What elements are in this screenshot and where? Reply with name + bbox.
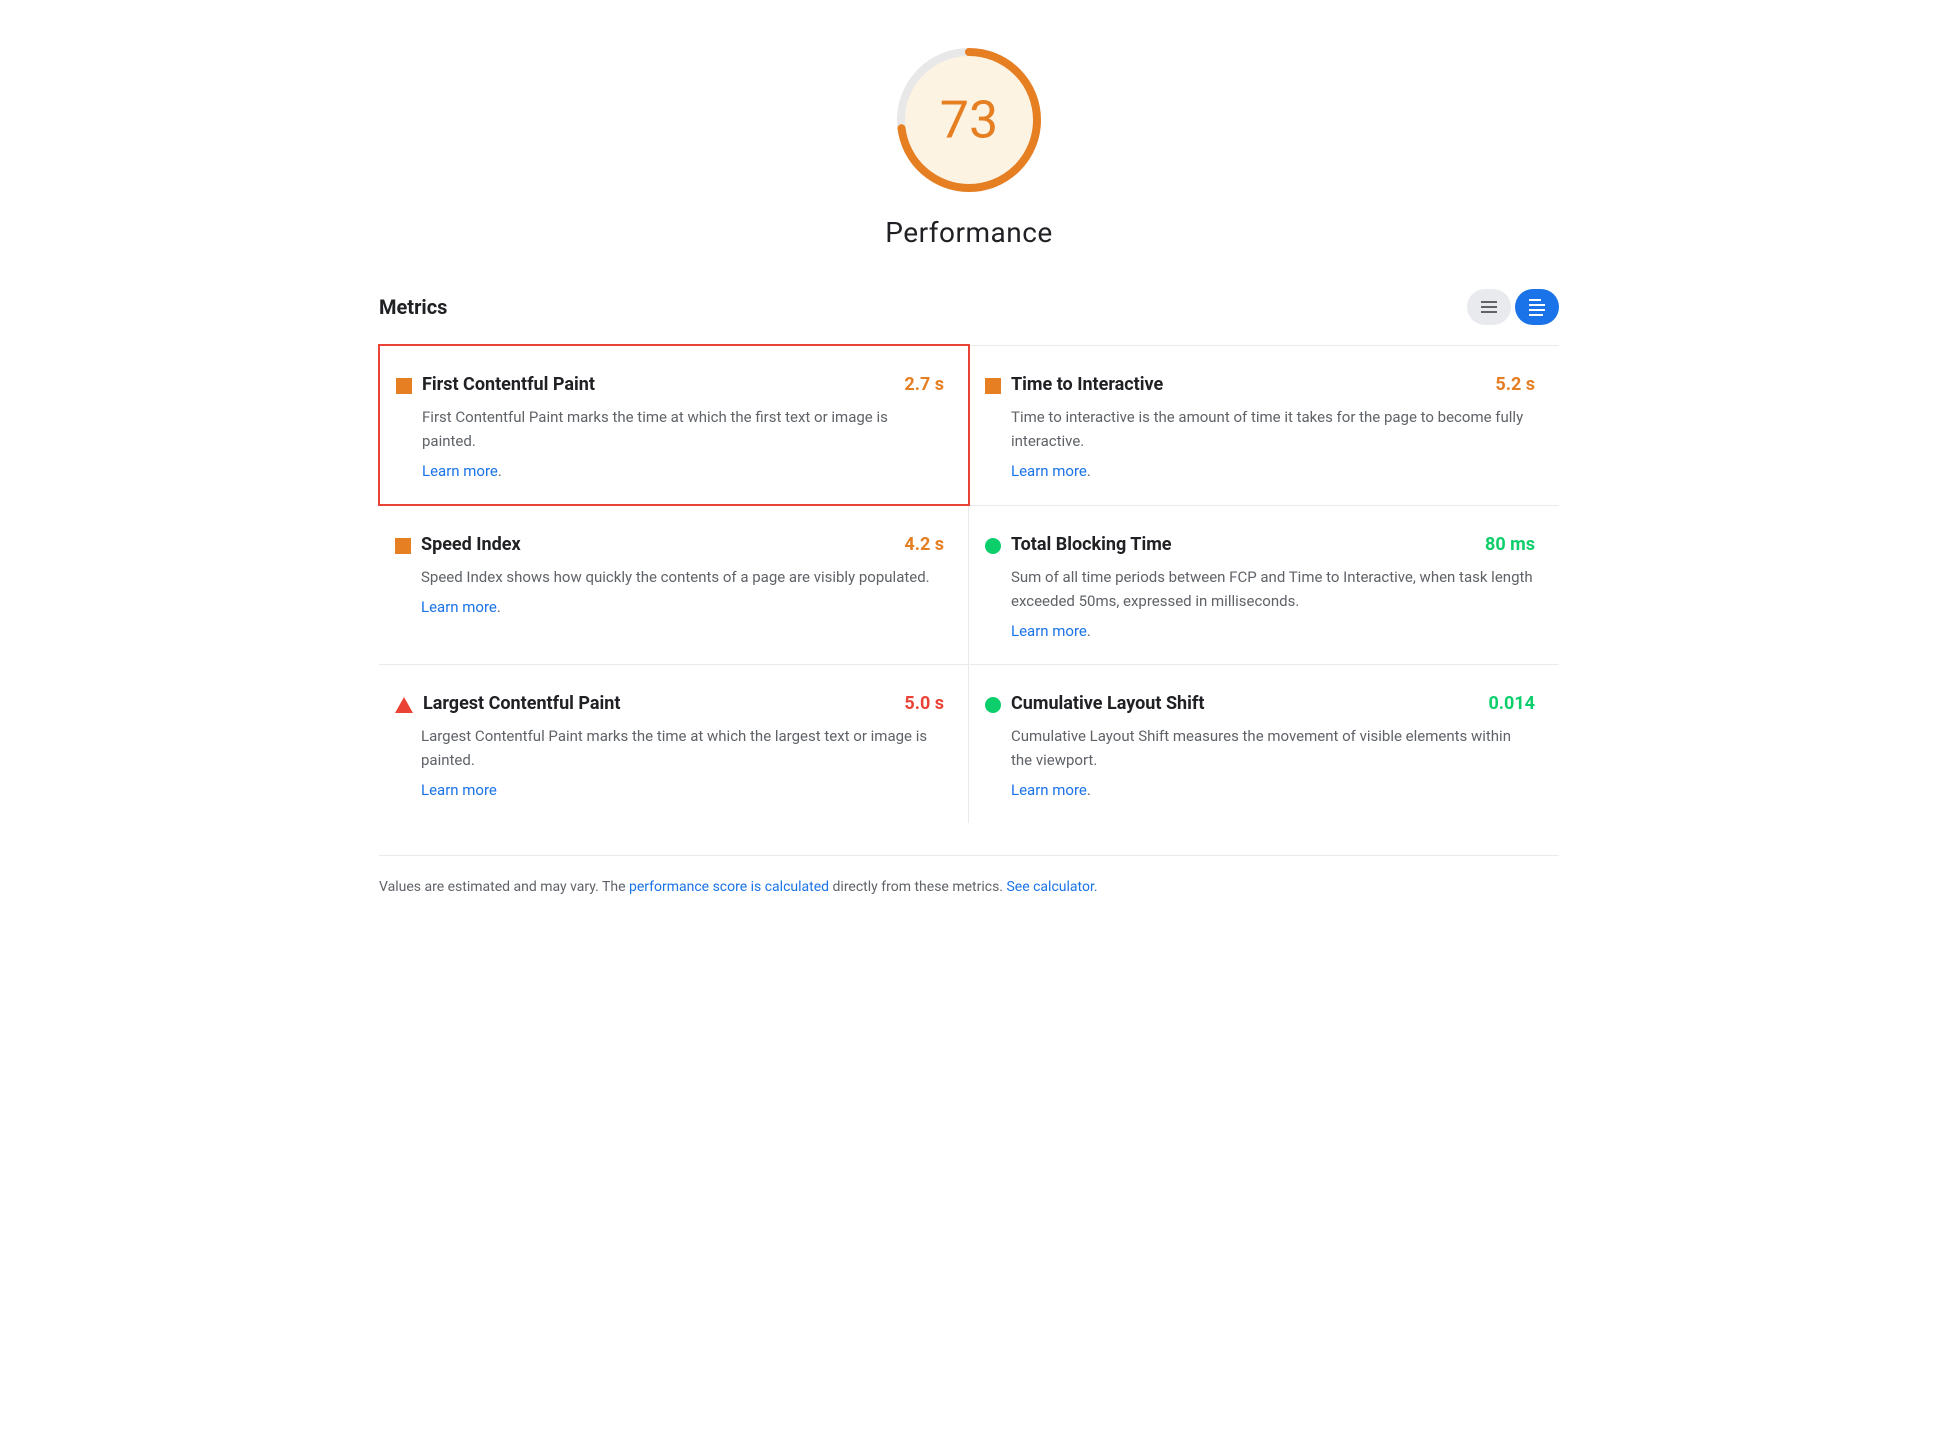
metric-lcp: Largest Contentful Paint 5.0 s Largest C… xyxy=(379,664,969,823)
metric-fcp-value: 2.7 s xyxy=(904,374,944,395)
metrics-controls xyxy=(1467,289,1559,325)
metric-cls-value: 0.014 xyxy=(1488,693,1535,714)
metric-si-period: . xyxy=(497,598,501,616)
metric-tti-learn-more[interactable]: Learn more xyxy=(1011,462,1087,480)
metric-tbt-description: Sum of all time periods between FCP and … xyxy=(1011,565,1535,613)
metric-si-name: Speed Index xyxy=(421,534,521,555)
metric-tbt-title-row: Total Blocking Time xyxy=(985,534,1172,555)
list-icon xyxy=(1529,299,1545,316)
metric-cls-description: Cumulative Layout Shift measures the mov… xyxy=(1011,724,1535,772)
metrics-header: Metrics xyxy=(379,289,1559,325)
metric-cls-header: Cumulative Layout Shift 0.014 xyxy=(985,693,1535,714)
score-circle: 73 xyxy=(889,40,1049,200)
metric-fcp-header: First Contentful Paint 2.7 s xyxy=(396,374,944,395)
metric-tbt-name: Total Blocking Time xyxy=(1011,534,1172,555)
metric-lcp-title-row: Largest Contentful Paint xyxy=(395,693,620,714)
orange-square-icon-si xyxy=(395,538,411,554)
metric-si-header: Speed Index 4.2 s xyxy=(395,534,944,555)
footer-calculator-link[interactable]: See calculator. xyxy=(1006,879,1097,895)
metric-lcp-name: Largest Contentful Paint xyxy=(423,693,620,714)
orange-square-icon xyxy=(396,378,412,394)
metric-cls-name: Cumulative Layout Shift xyxy=(1011,693,1204,714)
metric-tbt-value: 80 ms xyxy=(1485,534,1535,555)
metric-lcp-description: Largest Contentful Paint marks the time … xyxy=(421,724,944,772)
metric-si-value: 4.2 s xyxy=(904,534,944,555)
metric-tbt-learn-more[interactable]: Learn more xyxy=(1011,622,1087,640)
metric-fcp-title-row: First Contentful Paint xyxy=(396,374,595,395)
metric-lcp-learn-more[interactable]: Learn more xyxy=(421,781,497,799)
metric-si: Speed Index 4.2 s Speed Index shows how … xyxy=(379,505,969,664)
red-triangle-icon-lcp xyxy=(395,697,413,713)
metric-fcp-learn-more[interactable]: Learn more xyxy=(422,462,498,480)
metric-cls: Cumulative Layout Shift 0.014 Cumulative… xyxy=(969,664,1559,823)
metric-tti-title-row: Time to Interactive xyxy=(985,374,1163,395)
metric-si-title-row: Speed Index xyxy=(395,534,521,555)
metric-cls-title-row: Cumulative Layout Shift xyxy=(985,693,1204,714)
metric-tti-period: . xyxy=(1087,462,1091,480)
metric-tbt-header: Total Blocking Time 80 ms xyxy=(985,534,1535,555)
list-view-button[interactable] xyxy=(1515,289,1559,325)
score-label: Performance xyxy=(885,216,1052,249)
footer-text-before: Values are estimated and may vary. The xyxy=(379,879,629,895)
metric-lcp-value: 5.0 s xyxy=(904,693,944,714)
green-circle-icon-tbt xyxy=(985,538,1001,554)
metric-fcp-period: . xyxy=(498,462,502,480)
metric-tti-name: Time to Interactive xyxy=(1011,374,1163,395)
metric-tti-description: Time to interactive is the amount of tim… xyxy=(1011,405,1535,453)
metrics-title: Metrics xyxy=(379,295,447,319)
footer-text-middle: directly from these metrics. xyxy=(829,879,1006,895)
metric-fcp-name: First Contentful Paint xyxy=(422,374,595,395)
metric-si-learn-more[interactable]: Learn more xyxy=(421,598,497,616)
metric-si-description: Speed Index shows how quickly the conten… xyxy=(421,565,944,589)
metrics-grid: First Contentful Paint 2.7 s First Conte… xyxy=(379,345,1559,823)
metric-tbt: Total Blocking Time 80 ms Sum of all tim… xyxy=(969,505,1559,664)
green-circle-icon-cls xyxy=(985,697,1001,713)
grid-icon xyxy=(1481,301,1497,313)
score-section: 73 Performance xyxy=(379,40,1559,249)
metric-tti-header: Time to Interactive 5.2 s xyxy=(985,374,1535,395)
metric-cls-period: . xyxy=(1087,781,1091,799)
metric-tti-value: 5.2 s xyxy=(1495,374,1535,395)
footer-performance-score-link[interactable]: performance score is calculated xyxy=(629,879,829,895)
metric-cls-learn-more[interactable]: Learn more xyxy=(1011,781,1087,799)
grid-view-button[interactable] xyxy=(1467,289,1511,325)
metric-fcp: First Contentful Paint 2.7 s First Conte… xyxy=(378,344,970,506)
metric-lcp-header: Largest Contentful Paint 5.0 s xyxy=(395,693,944,714)
metric-tbt-period: . xyxy=(1087,622,1091,640)
orange-square-icon-tti xyxy=(985,378,1001,394)
footer: Values are estimated and may vary. The p… xyxy=(379,855,1559,898)
metric-fcp-description: First Contentful Paint marks the time at… xyxy=(422,405,944,453)
metric-tti: Time to Interactive 5.2 s Time to intera… xyxy=(969,345,1559,505)
score-value: 73 xyxy=(940,90,998,151)
